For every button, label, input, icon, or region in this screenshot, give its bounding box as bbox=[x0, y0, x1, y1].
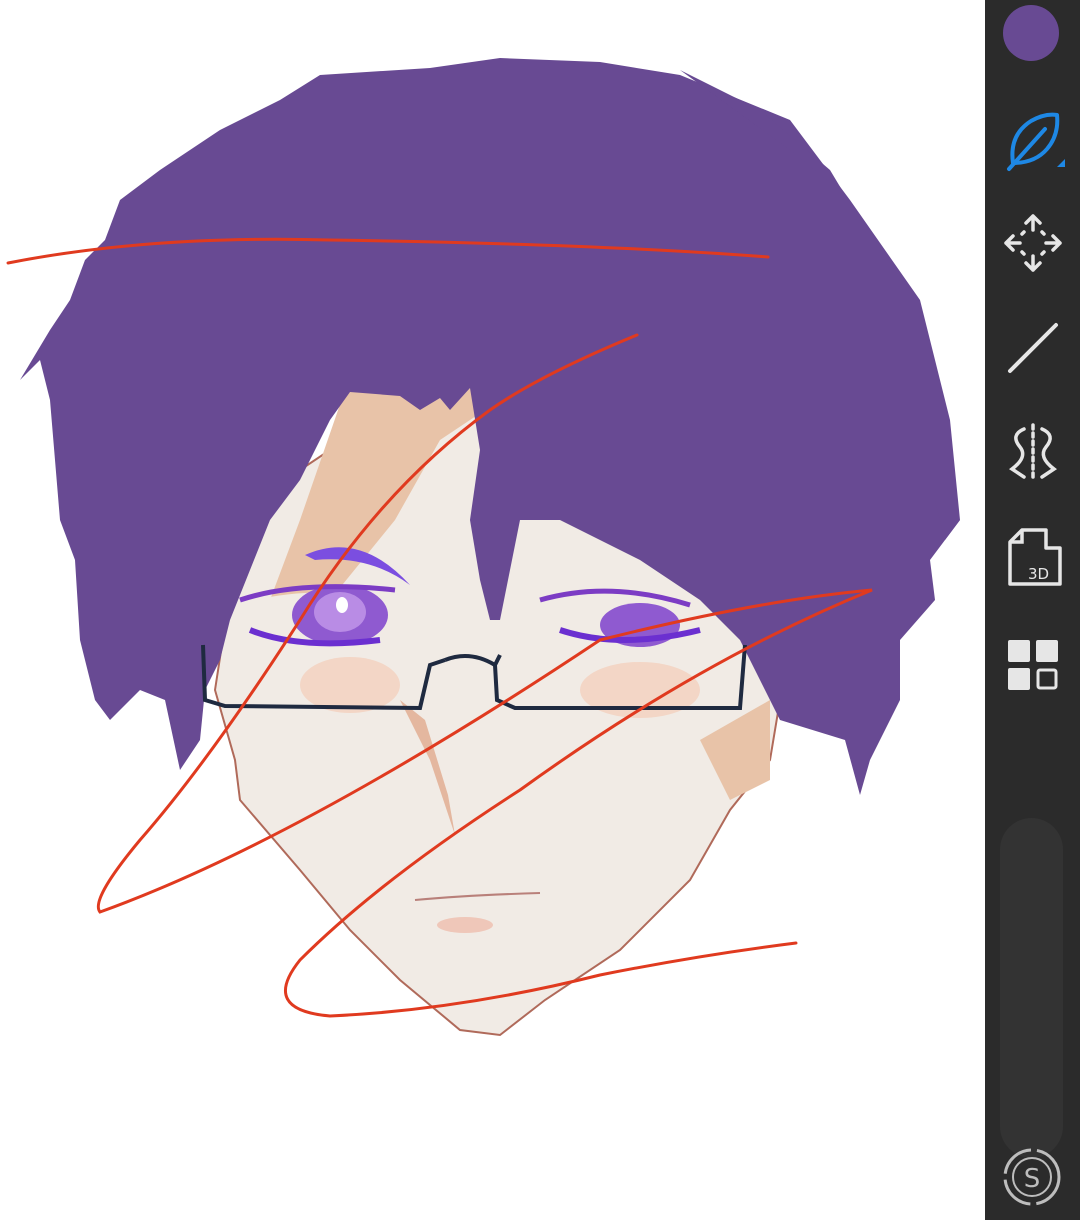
brush-tool-button[interactable] bbox=[985, 100, 1080, 180]
ruler-line-icon bbox=[1007, 323, 1058, 373]
ruler-tool-button[interactable] bbox=[985, 308, 1080, 388]
current-color-swatch[interactable] bbox=[1003, 5, 1059, 61]
3d-tool-button[interactable]: 3D bbox=[985, 518, 1080, 598]
artwork bbox=[6, 58, 960, 1037]
svg-text:S: S bbox=[1024, 1164, 1041, 1194]
s-logo-icon: S bbox=[1003, 1148, 1061, 1206]
brush-size-slider[interactable] bbox=[1000, 818, 1063, 1158]
file-3d-icon: 3D bbox=[1007, 528, 1062, 586]
brand-button[interactable]: S bbox=[1001, 1146, 1063, 1208]
cheek-left bbox=[300, 657, 400, 713]
3d-label: 3D bbox=[1028, 565, 1049, 583]
transform-tool-button[interactable] bbox=[985, 203, 1080, 283]
leaf-brush-icon bbox=[1006, 112, 1065, 171]
layers-grid-icon bbox=[1007, 640, 1058, 690]
move-arrows-icon bbox=[1003, 214, 1062, 272]
lip bbox=[437, 917, 493, 933]
symmetry-tool-button[interactable] bbox=[985, 412, 1080, 492]
layers-tool-button[interactable] bbox=[985, 625, 1080, 705]
drawing-canvas[interactable] bbox=[0, 0, 985, 1220]
symmetry-icon bbox=[1008, 423, 1057, 481]
